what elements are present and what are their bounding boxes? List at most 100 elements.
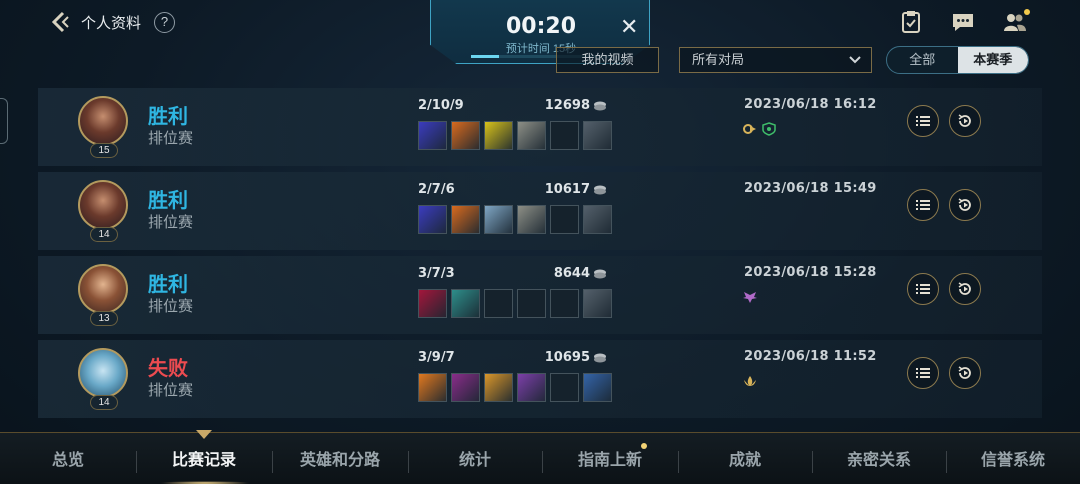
match-mode: 排位赛: [148, 298, 194, 315]
nav-separator: [408, 451, 409, 473]
match-mode: 排位赛: [148, 130, 194, 147]
nav-tab[interactable]: 信誉系统: [946, 433, 1080, 484]
nav-separator: [136, 451, 137, 473]
match-result: 胜利: [148, 106, 188, 128]
kda-score: 3/9/7: [418, 350, 455, 365]
match-row[interactable]: 15 胜利 排位赛 2/10/9 12698 2023/06/18 16:12: [38, 88, 1042, 166]
item-slot[interactable]: [451, 205, 480, 234]
replay-button[interactable]: [949, 357, 981, 389]
match-date: 2023/06/18 15:49: [744, 181, 877, 196]
item-slot[interactable]: [451, 121, 480, 150]
nav-separator: [272, 451, 273, 473]
back-chevron-icon[interactable]: [48, 10, 72, 34]
chevron-down-icon: [849, 56, 861, 64]
nav-tab[interactable]: 比赛记录: [136, 433, 272, 484]
champion-level-badge: 15: [90, 143, 118, 158]
item-slot[interactable]: [517, 373, 546, 402]
item-slot[interactable]: [418, 373, 447, 402]
champion-level-badge: 13: [90, 311, 118, 326]
nav-tab[interactable]: 统计: [408, 433, 542, 484]
replay-icon: [958, 114, 971, 127]
replay-icon: [958, 198, 971, 211]
item-slot[interactable]: [418, 121, 447, 150]
nav-tab[interactable]: 英雄和分路: [272, 433, 408, 484]
list-icon: [916, 368, 930, 378]
match-date: 2023/06/18 16:12: [744, 97, 877, 112]
gold-coins-icon: [594, 353, 606, 363]
match-badges: [742, 374, 758, 388]
nav-tab[interactable]: 成就: [678, 433, 812, 484]
item-slot[interactable]: [583, 121, 612, 150]
list-icon: [916, 116, 930, 126]
toggle-all[interactable]: 全部: [887, 47, 958, 73]
season-toggle[interactable]: 全部 本赛季: [886, 46, 1029, 74]
match-details-button[interactable]: [907, 273, 939, 305]
nav-separator: [678, 451, 679, 473]
champion-avatar[interactable]: [78, 264, 128, 314]
item-slot[interactable]: [583, 289, 612, 318]
replay-button[interactable]: [949, 105, 981, 137]
my-videos-button[interactable]: 我的视频: [556, 47, 659, 73]
match-type-select-value: 所有对局: [692, 52, 745, 67]
champion-avatar[interactable]: [78, 180, 128, 230]
kda-score: 2/7/6: [418, 182, 455, 197]
champion-level-badge: 14: [90, 227, 118, 242]
item-slot[interactable]: [484, 121, 513, 150]
nav-separator: [812, 451, 813, 473]
match-details-button[interactable]: [907, 357, 939, 389]
item-slot[interactable]: [583, 373, 612, 402]
close-icon[interactable]: ✕: [620, 16, 638, 38]
item-slot[interactable]: [550, 289, 579, 318]
list-icon: [916, 200, 930, 210]
match-row[interactable]: 14 失败 排位赛 3/9/7 10695 2023/06/18 11:52: [38, 340, 1042, 418]
item-build: [418, 121, 612, 150]
champion-avatar[interactable]: [78, 348, 128, 398]
champion-avatar[interactable]: [78, 96, 128, 146]
match-row[interactable]: 13 胜利 排位赛 3/7/3 8644 2023/06/18 15:28: [38, 256, 1042, 334]
item-slot[interactable]: [517, 289, 546, 318]
gold-coins-icon: [594, 101, 606, 111]
help-icon[interactable]: ?: [154, 12, 175, 33]
item-slot[interactable]: [550, 373, 579, 402]
match-details-button[interactable]: [907, 105, 939, 137]
side-drawer-handle[interactable]: [0, 98, 8, 144]
kda-score: 2/10/9: [418, 98, 464, 113]
chat-icon[interactable]: [950, 10, 976, 34]
gold-coins-icon: [594, 185, 606, 195]
clipboard-icon[interactable]: [898, 10, 924, 34]
toggle-season[interactable]: 本赛季: [957, 47, 1028, 73]
kda-score: 3/7/3: [418, 266, 455, 281]
match-badges: [742, 122, 777, 136]
match-result: 失败: [148, 358, 188, 380]
item-slot[interactable]: [451, 289, 480, 318]
item-slot[interactable]: [484, 373, 513, 402]
item-slot[interactable]: [517, 205, 546, 234]
item-slot[interactable]: [550, 205, 579, 234]
replay-button[interactable]: [949, 273, 981, 305]
match-date: 2023/06/18 11:52: [744, 349, 877, 364]
match-result: 胜利: [148, 190, 188, 212]
match-row[interactable]: 14 胜利 排位赛 2/7/6 10617 2023/06/18 15:49: [38, 172, 1042, 250]
match-mode: 排位赛: [148, 214, 194, 231]
match-result: 胜利: [148, 274, 188, 296]
match-badges: [742, 290, 758, 304]
item-slot[interactable]: [583, 205, 612, 234]
item-slot[interactable]: [484, 289, 513, 318]
nav-tab[interactable]: 总览: [0, 433, 136, 484]
match-mode: 排位赛: [148, 382, 194, 399]
replay-button[interactable]: [949, 189, 981, 221]
replay-icon: [958, 282, 971, 295]
item-slot[interactable]: [484, 205, 513, 234]
nav-tab[interactable]: 指南上新: [542, 433, 678, 484]
item-slot[interactable]: [418, 205, 447, 234]
item-slot[interactable]: [451, 373, 480, 402]
notification-dot: [1024, 9, 1030, 15]
item-slot[interactable]: [550, 121, 579, 150]
match-details-button[interactable]: [907, 189, 939, 221]
gold-coins-icon: [594, 269, 606, 279]
nav-tab[interactable]: 亲密关系: [812, 433, 946, 484]
item-slot[interactable]: [517, 121, 546, 150]
item-slot[interactable]: [418, 289, 447, 318]
champion-level-badge: 14: [90, 395, 118, 410]
match-type-select[interactable]: 所有对局: [679, 47, 872, 73]
